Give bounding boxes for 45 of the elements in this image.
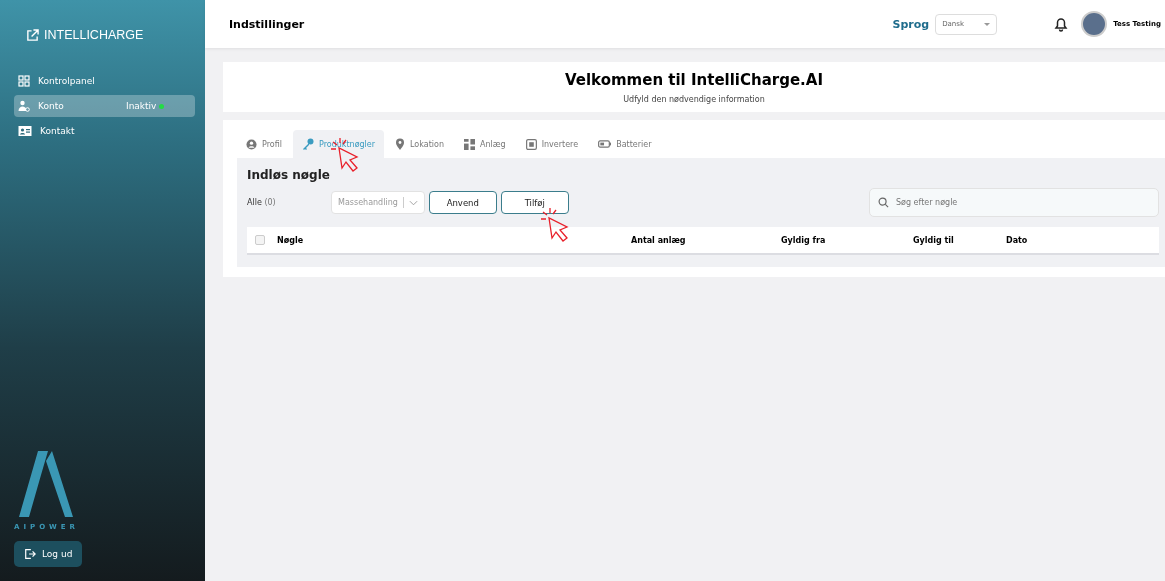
status-label: Inaktiv <box>126 101 157 111</box>
logo-icon <box>16 451 76 517</box>
language-label: Sprog <box>892 17 930 31</box>
key-icon <box>301 138 314 150</box>
search-field[interactable]: Søg efter nøgle <box>869 188 1159 217</box>
logout-icon <box>24 548 36 560</box>
grid-icon <box>18 75 30 87</box>
action-button[interactable]: Tilføj <box>500 191 569 214</box>
tab[interactable]: Profil <box>237 130 291 158</box>
battery-icon <box>598 140 612 148</box>
search-icon <box>878 197 889 208</box>
bulk-action-dropdown[interactable]: Massehandling <box>331 191 425 214</box>
sidebar-item[interactable]: Kontrolpanel <box>14 70 195 92</box>
action-button[interactable]: Anvend <box>428 191 497 214</box>
location-pin-icon <box>395 138 406 150</box>
chevron-down-icon <box>408 199 418 206</box>
brand-name: INTELLICHARGE <box>44 28 144 42</box>
tab[interactable]: Invertere <box>516 130 588 158</box>
blocks-icon <box>464 138 475 150</box>
column-header: Gyldig fra <box>781 235 827 245</box>
logout-button[interactable]: Log ud <box>14 541 83 567</box>
sidebar-item[interactable]: Kontakt <box>14 120 195 142</box>
external-link-icon <box>26 28 39 42</box>
checkbox[interactable] <box>255 235 265 245</box>
welcome-title: Velkommen til IntelliCharge.AI <box>565 70 823 89</box>
page-title: Indstillinger <box>229 17 306 31</box>
filter-link[interactable]: Alle (0) <box>247 198 327 207</box>
user-icon <box>246 138 257 150</box>
status-dot <box>159 103 165 109</box>
column-header: Dato <box>1006 235 1028 245</box>
contact-card-icon <box>18 125 32 137</box>
sidebar-item[interactable]: Konto Inaktiv <box>14 95 195 117</box>
welcome-subtitle: Udfyld den nødvendige information <box>623 94 765 104</box>
column-header: Antal anlæg <box>631 235 687 245</box>
notification-bell-icon[interactable] <box>1053 16 1070 32</box>
user-gear-icon <box>18 100 30 112</box>
column-header: Gyldig til <box>913 235 955 245</box>
section-title: Indløs nøgle <box>247 168 331 182</box>
tab[interactable]: Produktnøgler <box>292 130 385 158</box>
inverter-icon <box>525 138 537 150</box>
avatar[interactable] <box>1081 11 1108 37</box>
tab[interactable]: Anlæg <box>455 130 515 158</box>
tab[interactable]: Lokation <box>386 130 453 158</box>
tab[interactable]: Batterier <box>589 130 661 158</box>
column-header: Nøgle <box>277 235 305 245</box>
